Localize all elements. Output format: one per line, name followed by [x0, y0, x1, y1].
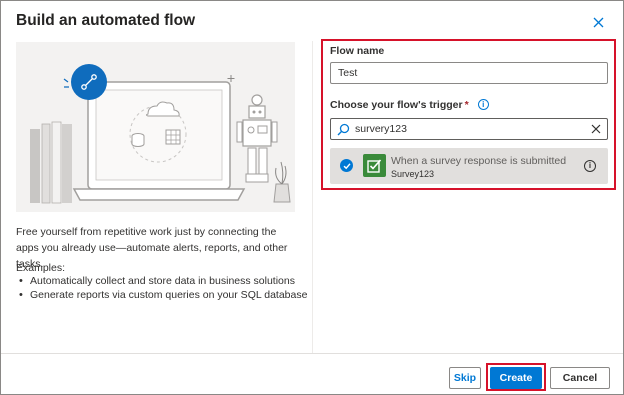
trigger-label-text: Choose your flow's trigger — [330, 99, 463, 111]
examples-list: Automatically collect and store data in … — [16, 275, 307, 302]
survey123-icon — [363, 154, 386, 177]
flow-name-label: Flow name — [330, 45, 385, 57]
clear-icon[interactable] — [590, 123, 602, 135]
checkmark-icon[interactable] — [340, 159, 353, 172]
column-divider — [312, 41, 313, 353]
required-marker: * — [464, 99, 469, 111]
cancel-button[interactable]: Cancel — [550, 367, 610, 389]
search-icon — [337, 123, 350, 136]
trigger-name: When a survey response is submitted — [391, 155, 567, 167]
trigger-search-input[interactable]: survery123 — [330, 118, 608, 140]
footer-divider — [1, 353, 623, 354]
trigger-option[interactable]: When a survey response is submitted Surv… — [330, 148, 608, 184]
search-value: survery123 — [355, 123, 407, 135]
trigger-connector: Survey123 — [391, 169, 435, 179]
example-item: Automatically collect and store data in … — [16, 275, 307, 289]
trigger-label: Choose your flow's trigger * i — [330, 99, 489, 111]
hero-illustration — [16, 42, 295, 212]
example-item: Generate reports via custom queries on y… — [16, 289, 307, 303]
dialog-title: Build an automated flow — [16, 12, 196, 29]
close-icon[interactable] — [589, 13, 607, 31]
flow-name-input[interactable]: Test — [330, 62, 608, 84]
build-flow-dialog: Build an automated flow Free yourself fr… — [0, 0, 624, 395]
create-button[interactable]: Create — [490, 367, 542, 389]
examples-label: Examples: — [16, 262, 66, 274]
info-icon[interactable]: i — [477, 99, 489, 110]
trigger-info-icon[interactable]: i — [584, 160, 596, 172]
skip-button[interactable]: Skip — [449, 367, 481, 389]
